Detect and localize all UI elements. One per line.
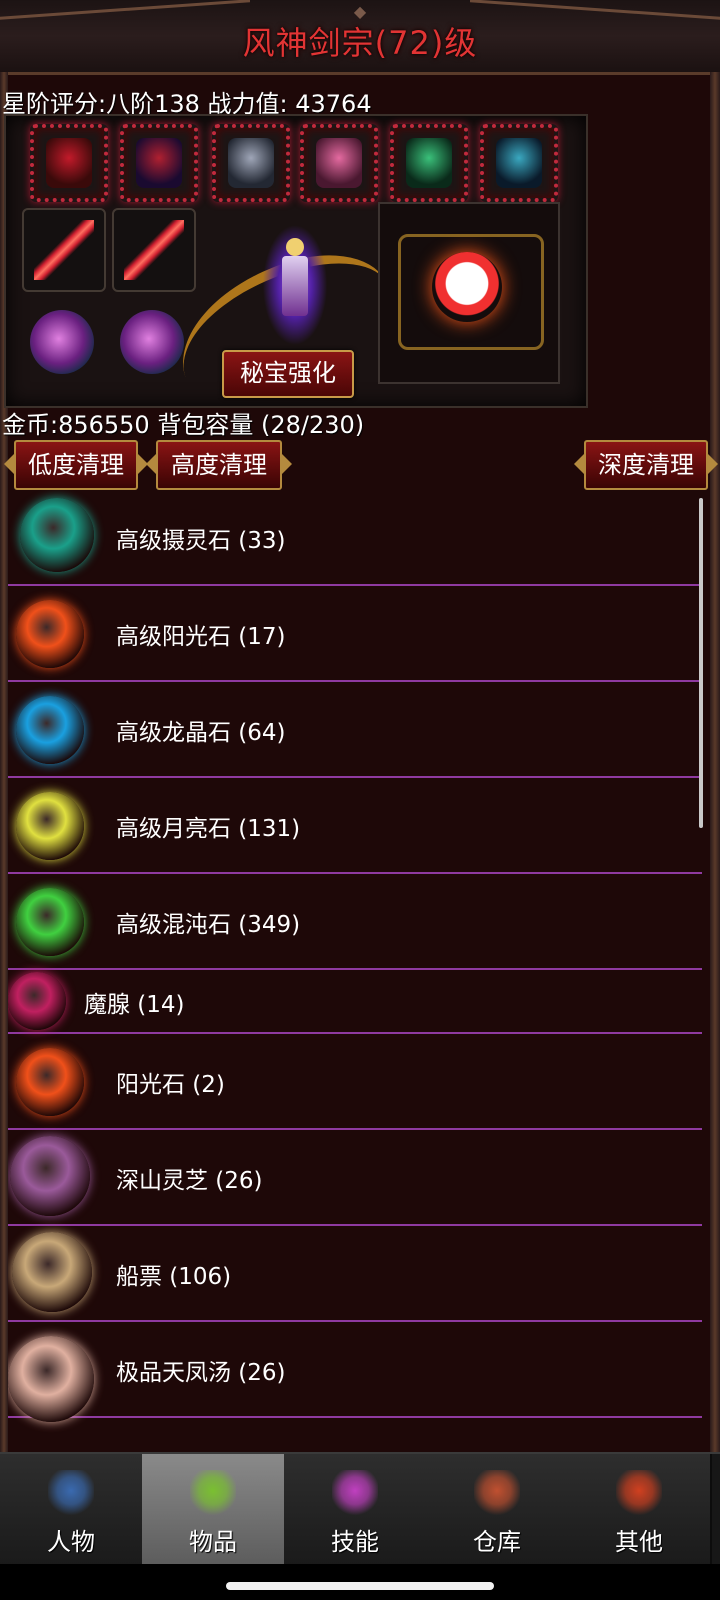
list-item[interactable]: 高级混沌石 (349) xyxy=(8,874,702,970)
tab-items[interactable]: 物品 xyxy=(142,1454,286,1566)
character-avatar xyxy=(260,220,330,350)
page-title: 风神剑宗(72)级 xyxy=(242,24,478,62)
helmet-slot[interactable] xyxy=(30,124,108,202)
list-item[interactable]: 阳光石 (2) xyxy=(8,1034,702,1130)
weapon-slot-right[interactable] xyxy=(112,208,196,292)
item-label: 极品天凤汤 (26) xyxy=(116,1360,286,1386)
mount-icon xyxy=(496,138,542,188)
list-item[interactable]: 魔腺 (14) xyxy=(8,970,702,1034)
item-label: 高级阳光石 (17) xyxy=(116,624,286,650)
scroll-ticket-icon xyxy=(12,1232,92,1312)
item-label: 高级摄灵石 (33) xyxy=(116,528,286,554)
tab-warehouse[interactable]: 仓库 xyxy=(426,1454,570,1566)
list-item[interactable]: 高级月亮石 (131) xyxy=(8,778,702,874)
character-head xyxy=(286,238,304,256)
sword-icon xyxy=(124,220,184,280)
high-clean-button[interactable]: 高度清理 xyxy=(146,440,292,490)
title-bar: ◆ 风神剑宗(72)级 xyxy=(0,0,720,75)
bottom-nav: 人物 物品 技能 仓库 其他 xyxy=(0,1452,720,1566)
tab-label: 技能 xyxy=(331,1528,379,1556)
item-label: 高级龙晶石 (64) xyxy=(116,720,286,746)
list-scrollbar[interactable] xyxy=(699,498,703,828)
armor-slot[interactable] xyxy=(120,124,198,202)
wing-slot[interactable] xyxy=(300,124,378,202)
list-item[interactable]: 极品天凤汤 (26) xyxy=(8,1322,702,1422)
item-label: 深山灵芝 (26) xyxy=(116,1168,263,1194)
character-body xyxy=(282,256,308,316)
orb-icon xyxy=(120,310,184,374)
sword-icon xyxy=(34,220,94,280)
item-label: 魔腺 (14) xyxy=(84,992,185,1018)
tab-label: 人物 xyxy=(47,1528,95,1556)
tab-label: 其他 xyxy=(615,1528,663,1556)
right-frame-border xyxy=(710,72,720,1452)
relic-icon xyxy=(406,138,452,188)
dragon-crystal-icon xyxy=(16,696,84,764)
item-label: 船票 (106) xyxy=(116,1264,232,1290)
skill-orb-icon xyxy=(332,1470,378,1516)
tab-label: 仓库 xyxy=(473,1528,521,1556)
list-item[interactable]: 高级阳光石 (17) xyxy=(8,586,702,682)
warehouse-icon xyxy=(474,1470,520,1516)
orb-slot-right[interactable] xyxy=(112,302,192,382)
list-item[interactable]: 船票 (106) xyxy=(8,1226,702,1322)
weapon-slot-left[interactable] xyxy=(22,208,106,292)
sun-stone-icon xyxy=(16,600,84,668)
pet-slot[interactable] xyxy=(378,202,560,384)
treasure-enhance-button[interactable]: 秘宝强化 xyxy=(222,350,354,398)
low-clean-button[interactable]: 低度清理 xyxy=(4,440,148,490)
armor-icon xyxy=(136,138,182,188)
game-window: ◆ 风神剑宗(72)级 星阶评分:八阶138 战力值: 43764 秘宝强化 金… xyxy=(0,0,720,1600)
helmet-icon xyxy=(46,138,92,188)
sun-stone-icon xyxy=(16,1048,84,1116)
shoulder-icon xyxy=(228,138,274,188)
pet-icon xyxy=(432,252,502,322)
home-indicator[interactable] xyxy=(226,1582,494,1590)
tab-character[interactable]: 人物 xyxy=(0,1454,144,1566)
soup-bowl-icon xyxy=(8,1336,94,1422)
chaos-stone-icon xyxy=(16,888,84,956)
potion-icon xyxy=(190,1470,236,1516)
shoulder-slot[interactable] xyxy=(212,124,290,202)
orb-icon xyxy=(30,310,94,374)
character-icon xyxy=(48,1470,94,1516)
deep-clean-button[interactable]: 深度清理 xyxy=(574,440,718,490)
equipment-panel: 秘宝强化 xyxy=(4,114,588,427)
tab-label: 物品 xyxy=(189,1528,237,1556)
other-icon xyxy=(616,1470,662,1516)
green-egg-stone-icon xyxy=(20,498,94,572)
lingzhi-mushroom-icon xyxy=(10,1136,90,1216)
moon-stone-icon xyxy=(16,792,84,860)
wing-icon xyxy=(316,138,362,188)
tab-skills[interactable]: 技能 xyxy=(284,1454,428,1566)
orb-slot-left[interactable] xyxy=(22,302,102,382)
list-item[interactable]: 高级摄灵石 (33) xyxy=(8,490,702,586)
item-label: 高级月亮石 (131) xyxy=(116,816,301,842)
item-label: 阳光石 (2) xyxy=(116,1072,225,1098)
mount-slot[interactable] xyxy=(480,124,558,202)
list-item[interactable]: 高级龙晶石 (64) xyxy=(8,682,702,778)
item-label: 高级混沌石 (349) xyxy=(116,912,301,938)
demon-gland-icon xyxy=(8,972,66,1030)
relic-slot[interactable] xyxy=(390,124,468,202)
item-list[interactable]: 高级摄灵石 (33) 高级阳光石 (17) 高级龙晶石 (64) 高级月亮石 (131… xyxy=(8,490,702,1450)
tab-other[interactable]: 其他 xyxy=(568,1454,712,1566)
list-item[interactable]: 深山灵芝 (26) xyxy=(8,1130,702,1226)
gold-and-bag-capacity: 金币:856550 背包容量 (28/230) xyxy=(2,411,365,439)
